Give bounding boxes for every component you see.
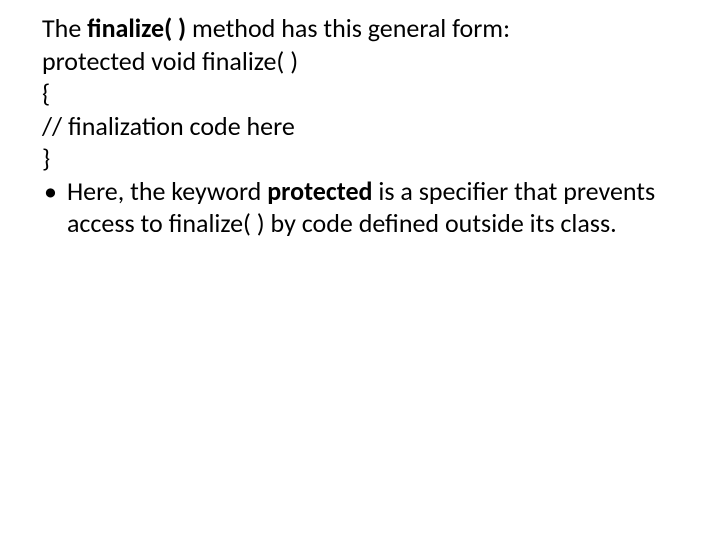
code-line-comment: // finalization code here xyxy=(42,110,678,143)
bullet-marker: • xyxy=(42,175,67,208)
bullet-bold: protected xyxy=(267,175,378,207)
code-line-signature: protected void finalize( ) xyxy=(42,45,678,78)
code-line-open-brace: { xyxy=(42,77,678,110)
bullet-item: • Here, the keyword protected is a speci… xyxy=(42,175,678,240)
bullet-text: Here, the keyword protected is a specifi… xyxy=(67,175,678,240)
intro-post: method has this general form: xyxy=(192,12,510,44)
code-line-close-brace: } xyxy=(42,142,678,175)
intro-line: The finalize( ) method has this general … xyxy=(42,12,678,45)
intro-bold: finalize( ) xyxy=(87,12,192,44)
bullet-pre: Here, the keyword xyxy=(67,175,267,207)
intro-pre: The xyxy=(42,12,87,44)
slide-content: The finalize( ) method has this general … xyxy=(42,12,678,240)
